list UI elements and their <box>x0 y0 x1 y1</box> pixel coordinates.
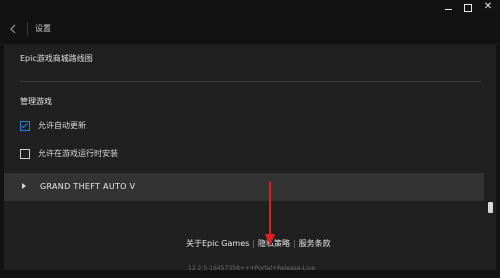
minimize-button[interactable] <box>442 1 456 13</box>
install-while-playing-label: 允许在游戏运行时安装 <box>38 149 118 158</box>
close-button[interactable]: ✕ <box>481 1 495 13</box>
terms-of-service-link[interactable]: 服务条款 <box>299 239 331 248</box>
maximize-icon <box>464 4 472 12</box>
scrollbar-thumb[interactable] <box>488 202 493 213</box>
page-header: 设置 <box>0 14 500 45</box>
settings-panel: Epic游戏商城路线图 管理游戏 允许自动更新 允许在游戏运行时安装 GRAND… <box>4 45 496 272</box>
annotation-arrow-icon <box>265 182 275 246</box>
close-icon: ✕ <box>483 1 493 12</box>
auto-update-checkbox[interactable] <box>20 121 30 131</box>
maximize-button[interactable] <box>461 1 475 13</box>
game-name: GRAND THEFT AUTO V <box>40 182 136 191</box>
section-divider <box>20 81 481 82</box>
window-titlebar: ✕ <box>0 0 500 14</box>
roadmap-link[interactable]: Epic游戏商城路线图 <box>20 54 93 64</box>
settings-content: Epic游戏商城路线图 管理游戏 允许自动更新 允许在游戏运行时安装 GRAND… <box>0 45 500 278</box>
minimize-icon <box>445 9 452 10</box>
install-while-playing-checkbox[interactable] <box>20 149 30 159</box>
auto-update-label: 允许自动更新 <box>38 121 86 130</box>
game-settings-row[interactable]: GRAND THEFT AUTO V <box>4 173 484 201</box>
footer-separator: | <box>252 239 255 248</box>
caret-right-icon <box>22 183 26 189</box>
version-label: 12.2.5-16457358+++Portal+Release-Live <box>188 265 315 272</box>
footer-separator: | <box>292 239 296 248</box>
about-epic-link[interactable]: 关于Epic Games <box>186 239 249 248</box>
back-arrow-icon <box>10 24 16 34</box>
footer-links: 关于Epic Games | 隐私策略 | 服务条款 <box>186 239 331 249</box>
header-divider <box>27 22 28 36</box>
back-button[interactable] <box>7 22 21 36</box>
manage-games-title: 管理游戏 <box>20 97 52 106</box>
page-title: 设置 <box>35 24 51 33</box>
